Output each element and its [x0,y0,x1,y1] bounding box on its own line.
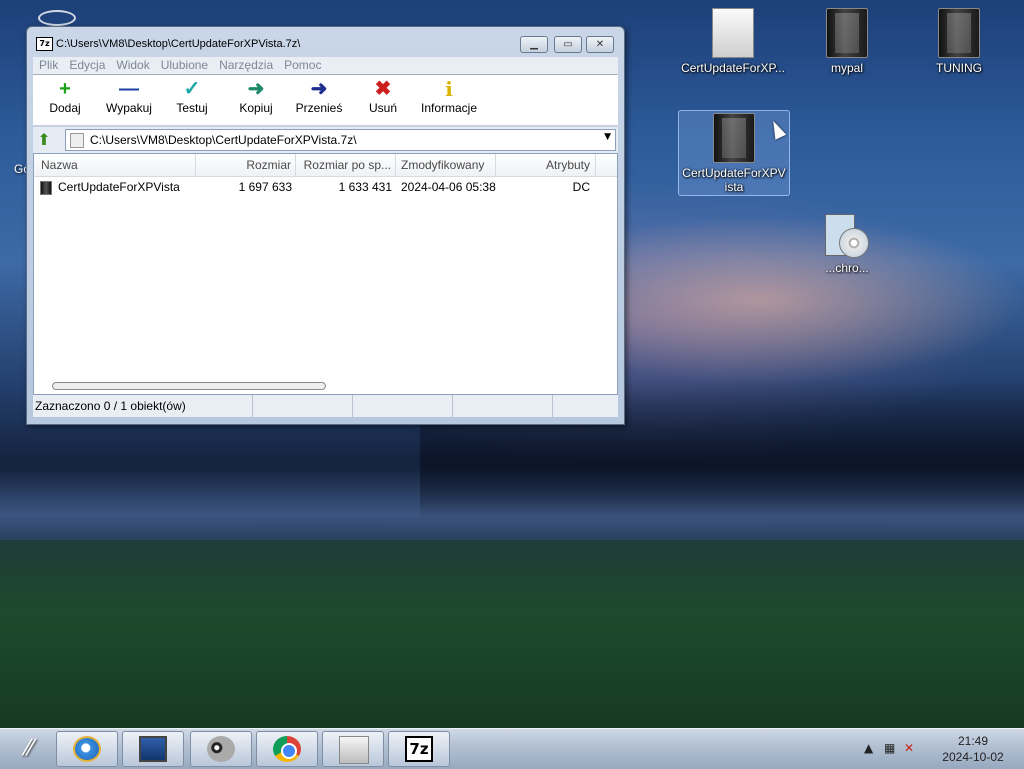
add-label: Dodaj [49,101,81,115]
taskbar-document[interactable] [322,731,384,767]
menu-widok[interactable]: Widok [110,57,154,72]
minimize-button[interactable]: ▁ [520,36,548,53]
column-header-size[interactable]: Rozmiar [196,154,296,176]
add-button[interactable]: + Dodaj [43,77,87,123]
cd-installer-icon [825,214,869,258]
menu-bar: Plik Edycja Widok Ulubione Narzędzia Pomoc [33,57,618,75]
title-bar[interactable]: 7z C:\Users\VM8\Desktop\CertUpdateForXPV… [27,27,624,57]
plus-icon: + [59,78,71,100]
file-icon [712,8,754,58]
folder-icon [938,8,980,58]
up-folder-icon[interactable]: ⬆ [35,131,53,149]
extract-label: Wypakuj [106,101,152,115]
start-button[interactable]: ⁄⁄ [6,733,52,765]
address-path: C:\Users\VM8\Desktop\CertUpdateForXPVist… [90,133,357,147]
column-header-packed-size[interactable]: Rozmiar po sp... [296,154,396,176]
info-label: Informacje [420,101,478,115]
archive-file-icon [70,133,84,148]
info-icon: i [445,77,453,101]
desktop-icon-label: CertUpdateForXPVista [682,166,786,194]
move-label: Przenieś [295,101,343,115]
taskbar-raccoon-app[interactable] [190,731,252,767]
desktop-icon-label: mypal [830,61,863,75]
7zip-icon: 7z [405,736,433,762]
volume-muted-icon[interactable]: ✕ [904,741,914,755]
clock-date: 2024-10-02 [942,750,1004,764]
tray-expand-icon[interactable]: ▲ [864,741,873,755]
copy-arrow-icon: ➜ [247,78,265,100]
window-title: C:\Users\VM8\Desktop\CertUpdateForXPVist… [56,38,301,50]
close-button[interactable]: ✕ [586,36,614,53]
system-tray: ▲ ▦ ✕ [858,733,922,763]
status-bar: Zaznaczono 0 / 1 obiekt(ów) [33,395,618,417]
status-cell-4 [453,395,553,417]
desktop-icon-label: ...chro... [825,261,869,275]
document-icon [339,736,369,764]
file-list: Nazwa Rozmiar Rozmiar po sp... Zmodyfiko… [33,153,618,395]
taskbar-7zip[interactable]: 7z [388,731,450,767]
move-button[interactable]: ➜ Przenieś [293,77,345,123]
cell-attributes: DC [572,180,590,194]
folder-icon [826,8,868,58]
network-icon[interactable]: ▦ [884,741,895,755]
status-cell-2 [253,395,353,417]
taskbar-computer[interactable] [122,731,184,767]
menu-edycja[interactable]: Edycja [63,57,110,72]
desktop-halo-icon [38,10,76,26]
copy-label: Kopiuj [239,101,273,115]
toolbar: + Dodaj — Wypakuj ✓ Testuj ➜ Kopiuj ➜ Pr… [33,75,618,126]
horizontal-scrollbar[interactable] [52,382,326,390]
clock-time: 21:49 [957,734,989,748]
wallpaper-field [0,540,1024,728]
desktop-icon-label: CertUpdateForXP... [681,61,785,75]
cell-packed-size: 1 633 431 [338,180,392,194]
computer-monitor-icon [139,736,167,762]
7zip-app-icon: 7z [36,37,53,51]
info-button[interactable]: i Informacje [413,77,485,123]
raccoon-icon [207,736,235,762]
menu-plik[interactable]: Plik [33,57,63,72]
copy-button[interactable]: ➜ Kopiuj [233,77,279,123]
taskbar: ⁄⁄ 7z ▲ ▦ ✕ 21:49 2024-10-02 [0,728,1024,769]
desktop-icon-mypal[interactable]: mypal [792,8,902,75]
delete-x-icon: ✖ [374,78,392,100]
status-selection: Zaznaczono 0 / 1 obiekt(ów) [33,395,253,417]
desktop-icon-installer[interactable]: ...chro... [792,214,902,275]
clock[interactable]: 21:49 2024-10-02 [930,733,1016,765]
7zip-file-manager-window: 7z C:\Users\VM8\Desktop\CertUpdateForXPV… [26,26,625,425]
chrome-icon [273,736,301,762]
internet-explorer-icon [73,736,101,762]
address-combobox[interactable]: C:\Users\VM8\Desktop\CertUpdateForXPVist… [65,129,616,151]
move-arrow-icon: ➜ [310,78,328,100]
address-bar: ⬆ C:\Users\VM8\Desktop\CertUpdateForXPVi… [33,127,618,153]
column-header-modified[interactable]: Zmodyfikowany [396,154,496,176]
cell-size: 1 697 633 [238,180,292,194]
minus-icon: — [119,78,139,100]
table-row[interactable]: CertUpdateForXPVista 1 697 633 1 633 431… [34,178,617,196]
test-label: Testuj [176,101,208,115]
cell-name: CertUpdateForXPVista [58,180,180,194]
delete-label: Usuń [368,101,397,115]
desktop-icon-tuning[interactable]: TUNING [904,8,1014,75]
file-list-header: Nazwa Rozmiar Rozmiar po sp... Zmodyfiko… [34,154,617,177]
check-icon: ✓ [183,78,201,100]
test-button[interactable]: ✓ Testuj [169,77,215,123]
taskbar-internet-explorer[interactable] [56,731,118,767]
cell-modified: 2024-04-06 05:38 [401,180,496,194]
menu-ulubione[interactable]: Ulubione [155,57,213,72]
folder-icon [713,113,755,163]
delete-button[interactable]: ✖ Usuń [363,77,403,123]
desktop-icon-label: TUNING [936,61,982,75]
maximize-button[interactable]: ▭ [554,36,582,53]
menu-pomoc[interactable]: Pomoc [278,57,326,72]
status-cell-3 [353,395,453,417]
extract-button[interactable]: — Wypakuj [99,77,159,123]
column-header-name[interactable]: Nazwa [34,154,196,176]
column-header-attributes[interactable]: Atrybuty [496,154,596,176]
desktop-icon-certupdate-file[interactable]: CertUpdateForXP... [678,8,788,75]
menu-narzedzia[interactable]: Narzędzia [213,57,278,72]
folder-icon [40,181,52,195]
taskbar-chrome[interactable] [256,731,318,767]
chevron-down-icon[interactable]: ▼ [604,132,611,142]
